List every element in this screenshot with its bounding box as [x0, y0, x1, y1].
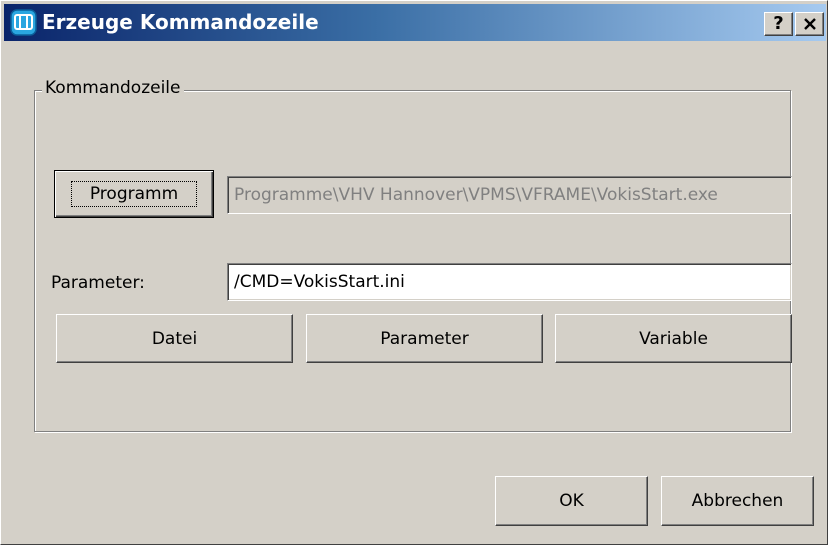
ok-button[interactable]: OK: [495, 476, 648, 526]
parameter-button[interactable]: Parameter: [306, 314, 543, 363]
close-icon: [803, 18, 816, 30]
variable-button[interactable]: Variable: [555, 314, 792, 363]
help-button[interactable]: ?: [764, 12, 793, 36]
title-bar[interactable]: Erzeuge Kommandozeile ?: [4, 4, 826, 41]
window-title: Erzeuge Kommandozeile: [42, 10, 319, 34]
groupbox-label: Kommandozeile: [42, 78, 184, 98]
file-button[interactable]: Datei: [56, 314, 293, 363]
program-path-field[interactable]: Programme\VHV Hannover\VPMS\VFRAME\Vokis…: [227, 176, 792, 214]
program-button-label: Programm: [70, 181, 198, 207]
program-button[interactable]: Programm: [54, 170, 214, 218]
close-button[interactable]: [795, 12, 824, 36]
parameter-input[interactable]: /CMD=VokisStart.ini: [227, 263, 792, 301]
command-line-groupbox: [34, 90, 791, 432]
app-icon: [10, 9, 37, 36]
cancel-button[interactable]: Abbrechen: [661, 476, 814, 526]
dialog-window: Erzeuge Kommandozeile ? Kommandozeile Pr…: [0, 0, 828, 545]
parameter-label: Parameter:: [51, 273, 145, 293]
